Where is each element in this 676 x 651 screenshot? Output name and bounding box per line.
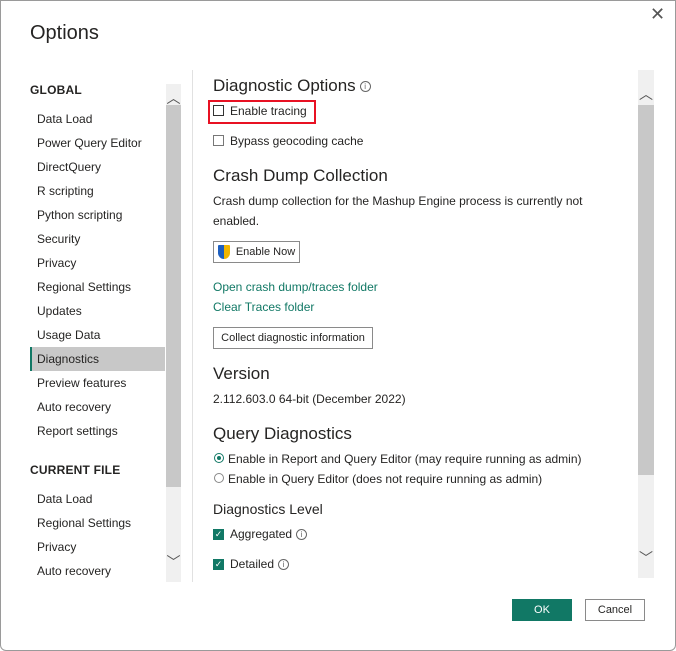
collect-diagnostics-button[interactable]: Collect diagnostic information [213, 327, 373, 349]
radio-1-label: Enable in Report and Query Editor (may r… [228, 452, 582, 466]
version-heading: Version [213, 364, 270, 383]
sidebar-item-regional-settings[interactable]: Regional Settings [30, 275, 165, 299]
radio-report-and-query-editor[interactable] [214, 453, 224, 463]
diagnostics-level-heading: Diagnostics Level [213, 501, 323, 517]
info-icon[interactable]: i [278, 559, 290, 571]
enable-now-button[interactable]: Enable Now [213, 241, 300, 263]
heading-text: Diagnostic Options [213, 76, 356, 95]
info-icon[interactable]: i [296, 529, 308, 541]
aggregated-row: Aggregated i [230, 527, 308, 541]
scroll-down-icon[interactable]: ﹀ [638, 548, 654, 568]
ok-button[interactable]: OK [512, 599, 572, 621]
info-icon[interactable]: i [359, 81, 371, 93]
query-diagnostics-heading: Query Diagnostics [213, 424, 352, 443]
diagnostic-options-heading: Diagnostic Options i [213, 76, 371, 96]
cancel-button[interactable]: Cancel [585, 599, 645, 621]
enable-now-label: Enable Now [235, 246, 296, 258]
sidebar-item-report-settings[interactable]: Report settings [30, 419, 165, 443]
sidebar-item-security[interactable]: Security [30, 227, 165, 251]
aggregated-checkbox[interactable]: ✓ [213, 529, 224, 540]
sidebar-item-regional-settings[interactable]: Regional Settings [30, 511, 165, 535]
sidebar-item-data-load[interactable]: Data Load [30, 487, 165, 511]
divider [192, 70, 193, 582]
open-folder-link[interactable]: Open crash dump/traces folder [213, 280, 378, 294]
sidebar-item-power-query-editor[interactable]: Power Query Editor [30, 131, 165, 155]
crash-text: Crash dump collection for the Mashup Eng… [213, 194, 583, 208]
enable-tracing-label: Enable tracing [230, 104, 307, 118]
close-icon[interactable]: ✕ [650, 4, 665, 25]
current-file-heading: CURRENT FILE [30, 463, 121, 477]
crash-dump-heading: Crash Dump Collection [213, 166, 388, 185]
sidebar-item-usage-data[interactable]: Usage Data [30, 323, 165, 347]
crash-text-2: enabled. [213, 214, 260, 228]
detailed-row: Detailed i [230, 557, 290, 571]
aggregated-label: Aggregated [230, 527, 293, 541]
main-scroll-thumb[interactable] [638, 105, 654, 475]
bypass-geocoding-checkbox[interactable] [213, 135, 224, 146]
shield-icon [218, 245, 230, 259]
enable-tracing-checkbox[interactable] [213, 105, 224, 116]
detailed-checkbox[interactable]: ✓ [213, 559, 224, 570]
sidebar-item-preview-features[interactable]: Preview features [30, 371, 165, 395]
sidebar-item-python-scripting[interactable]: Python scripting [30, 203, 165, 227]
dialog-title: Options [30, 22, 99, 44]
scroll-down-icon[interactable]: ﹀ [166, 552, 181, 572]
sidebar-item-auto-recovery[interactable]: Auto recovery [30, 395, 165, 419]
detailed-label: Detailed [230, 557, 275, 571]
radio-query-editor[interactable] [214, 473, 224, 483]
sidebar-scroll-thumb[interactable] [166, 105, 181, 487]
bypass-geocoding-label: Bypass geocoding cache [230, 134, 364, 148]
sidebar-item-privacy[interactable]: Privacy [30, 535, 165, 559]
sidebar-item-r-scripting[interactable]: R scripting [30, 179, 165, 203]
global-heading: GLOBAL [30, 83, 82, 97]
version-text: 2.112.603.0 64-bit (December 2022) [213, 392, 406, 406]
sidebar-item-updates[interactable]: Updates [30, 299, 165, 323]
scroll-up-icon[interactable]: ︿ [638, 84, 654, 104]
radio-2-label: Enable in Query Editor (does not require… [228, 472, 543, 486]
sidebar-item-data-load[interactable]: Data Load [30, 107, 165, 131]
sidebar-item-privacy[interactable]: Privacy [30, 251, 165, 275]
clear-traces-link[interactable]: Clear Traces folder [213, 300, 314, 314]
sidebar-item-auto-recovery[interactable]: Auto recovery [30, 559, 165, 583]
sidebar-item-directquery[interactable]: DirectQuery [30, 155, 165, 179]
sidebar-item-diagnostics[interactable]: Diagnostics [30, 347, 165, 371]
